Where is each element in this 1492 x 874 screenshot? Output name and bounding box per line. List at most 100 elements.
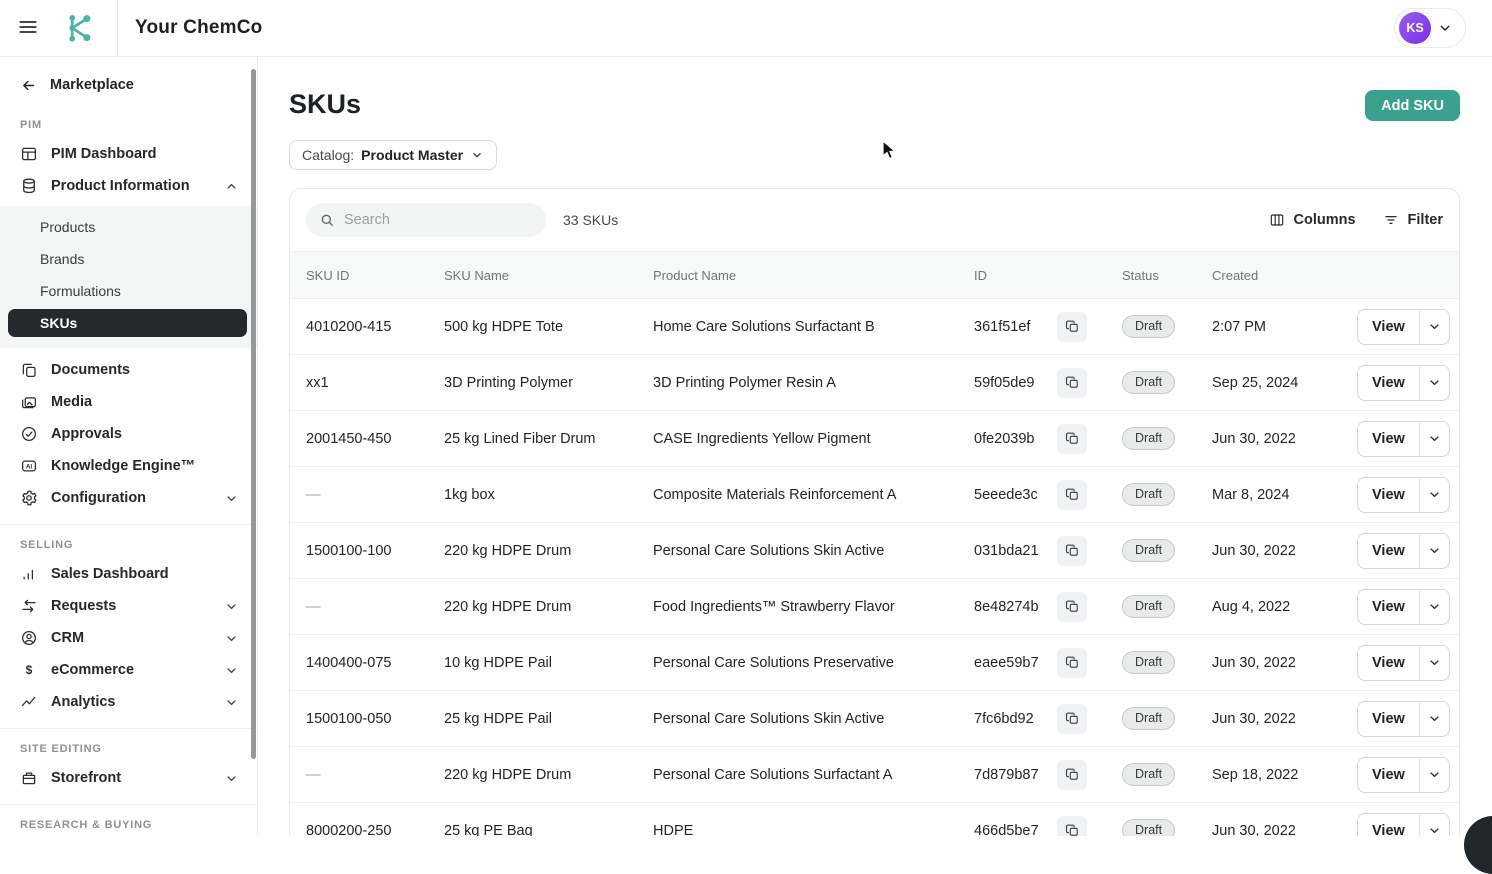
view-button-label[interactable]: View	[1358, 310, 1419, 344]
chevron-up-icon	[224, 179, 239, 194]
copy-id-button[interactable]	[1057, 760, 1087, 790]
copy-id-button[interactable]	[1057, 480, 1087, 510]
copy-id-button[interactable]	[1057, 368, 1087, 398]
catalog-selector[interactable]: Catalog: Product Master	[289, 140, 497, 170]
menu-icon[interactable]	[17, 16, 41, 40]
add-sku-button[interactable]: Add SKU	[1365, 90, 1460, 121]
catalog-label: Catalog:	[302, 147, 354, 163]
view-button[interactable]: View	[1357, 589, 1450, 625]
view-button[interactable]: View	[1357, 645, 1450, 681]
cell-product-name: Composite Materials Reinforcement A	[653, 487, 974, 503]
sidebar-item-ecommerce[interactable]: $eCommerce	[0, 654, 257, 686]
sidebar-item-knowledge-engine[interactable]: AIKnowledge Engine™	[0, 450, 257, 482]
cell-sku-id: —	[306, 767, 444, 783]
storefront-icon	[20, 769, 38, 787]
columns-button[interactable]: Columns	[1269, 212, 1356, 228]
sidebar-item-pim-dashboard[interactable]: PIM Dashboard	[0, 138, 257, 170]
filter-button[interactable]: Filter	[1383, 212, 1443, 228]
cell-status: Draft	[1122, 371, 1212, 394]
copy-id-button[interactable]	[1057, 648, 1087, 678]
view-dropdown-toggle[interactable]	[1419, 478, 1449, 512]
topbar-divider	[117, 0, 118, 57]
view-button-label[interactable]: View	[1358, 366, 1419, 400]
user-menu[interactable]: KS	[1394, 8, 1466, 48]
sidebar-item-label: Media	[51, 394, 92, 410]
sidebar-item-requests[interactable]: Requests	[0, 590, 257, 622]
view-dropdown-toggle[interactable]	[1419, 310, 1449, 344]
table-row: —220 kg HDPE DrumFood Ingredients™ Straw…	[290, 579, 1459, 635]
col-header-created: Created	[1212, 268, 1357, 283]
search-input[interactable]	[344, 212, 533, 228]
sidebar-subitem-brands[interactable]: Brands	[0, 243, 257, 275]
sku-count: 33 SKUs	[563, 212, 618, 228]
view-button[interactable]: View	[1357, 365, 1450, 401]
view-button[interactable]: View	[1357, 309, 1450, 345]
cell-actions: View	[1357, 701, 1450, 737]
company-logo-icon[interactable]	[61, 9, 99, 47]
sidebar-item-documents[interactable]: Documents	[0, 354, 257, 386]
sidebar-subitem-formulations[interactable]: Formulations	[0, 275, 257, 307]
view-dropdown-toggle[interactable]	[1419, 590, 1449, 624]
view-button[interactable]: View	[1357, 421, 1450, 457]
sidebar-scrollbar[interactable]	[251, 69, 256, 759]
sidebar-item-label: Product Information	[51, 178, 190, 194]
view-button-label[interactable]: View	[1358, 422, 1419, 456]
view-dropdown-toggle[interactable]	[1419, 646, 1449, 680]
view-button-label[interactable]: View	[1358, 758, 1419, 792]
view-button[interactable]: View	[1357, 477, 1450, 513]
cell-actions: View	[1357, 589, 1450, 625]
view-button[interactable]: View	[1357, 533, 1450, 569]
sidebar-item-label: Knowledge Engine™	[51, 458, 195, 474]
copy-id-button[interactable]	[1057, 592, 1087, 622]
back-to-marketplace[interactable]: Marketplace	[0, 65, 257, 105]
sidebar-subitem-products[interactable]: Products	[0, 211, 257, 243]
cell-status: Draft	[1122, 707, 1212, 730]
chevron-down-icon	[1437, 20, 1453, 36]
cell-actions: View	[1357, 421, 1450, 457]
view-dropdown-toggle[interactable]	[1419, 814, 1449, 837]
cell-copy	[1057, 424, 1122, 454]
view-dropdown-toggle[interactable]	[1419, 534, 1449, 568]
copy-id-button[interactable]	[1057, 704, 1087, 734]
cell-status: Draft	[1122, 483, 1212, 506]
view-dropdown-toggle[interactable]	[1419, 366, 1449, 400]
copy-id-button[interactable]	[1057, 816, 1087, 837]
cell-id: 5eeede3c	[974, 487, 1057, 503]
sidebar-item-media[interactable]: Media	[0, 386, 257, 418]
table-row: 4010200-415500 kg HDPE ToteHome Care Sol…	[290, 299, 1459, 355]
view-button-label[interactable]: View	[1358, 590, 1419, 624]
view-button-label[interactable]: View	[1358, 646, 1419, 680]
sidebar-item-sales-dashboard[interactable]: Sales Dashboard	[0, 558, 257, 590]
search-box[interactable]	[306, 203, 546, 237]
search-icon	[319, 212, 335, 228]
filter-icon	[1383, 212, 1399, 228]
arrow-left-icon	[20, 77, 37, 94]
sidebar-item-product-information[interactable]: Product Information	[0, 170, 257, 202]
cell-copy	[1057, 760, 1122, 790]
view-button[interactable]: View	[1357, 701, 1450, 737]
view-dropdown-toggle[interactable]	[1419, 422, 1449, 456]
sidebar-item-configuration[interactable]: Configuration	[0, 482, 257, 514]
sidebar-item-analytics[interactable]: Analytics	[0, 686, 257, 718]
view-button-label[interactable]: View	[1358, 534, 1419, 568]
copy-id-button[interactable]	[1057, 536, 1087, 566]
media-icon	[20, 393, 38, 411]
main-content: SKUs Add SKU Catalog: Product Master 33 …	[258, 57, 1492, 836]
view-button-label[interactable]: View	[1358, 814, 1419, 837]
view-button[interactable]: View	[1357, 813, 1450, 837]
status-badge: Draft	[1122, 595, 1175, 618]
cell-copy	[1057, 648, 1122, 678]
sidebar-item-storefront[interactable]: Storefront	[0, 762, 257, 794]
view-button-label[interactable]: View	[1358, 478, 1419, 512]
view-button-label[interactable]: View	[1358, 702, 1419, 736]
copy-id-button[interactable]	[1057, 312, 1087, 342]
cell-id: 361f51ef	[974, 319, 1057, 335]
sidebar-item-crm[interactable]: CRM	[0, 622, 257, 654]
view-dropdown-toggle[interactable]	[1419, 702, 1449, 736]
view-dropdown-toggle[interactable]	[1419, 758, 1449, 792]
table-header-row: SKU ID SKU Name Product Name ID Status C…	[290, 251, 1459, 299]
sidebar-subitem-skus[interactable]: SKUs	[8, 309, 247, 337]
copy-id-button[interactable]	[1057, 424, 1087, 454]
view-button[interactable]: View	[1357, 757, 1450, 793]
sidebar-item-approvals[interactable]: Approvals	[0, 418, 257, 450]
